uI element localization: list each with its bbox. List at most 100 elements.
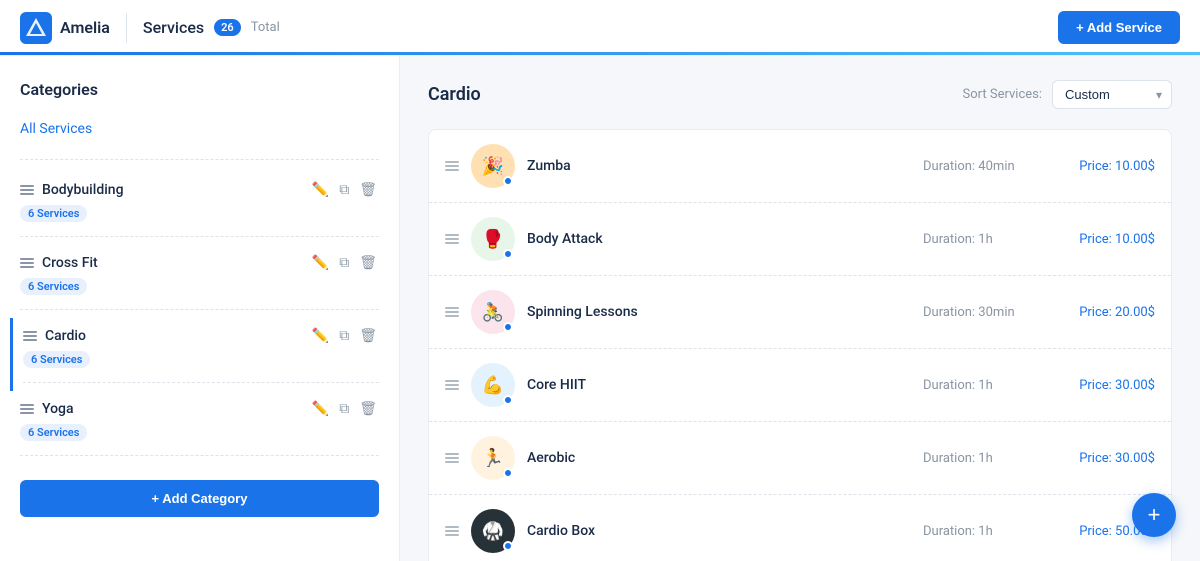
- service-duration: Duration: 1h: [923, 378, 1043, 393]
- copy-icon[interactable]: ⧉: [337, 180, 351, 200]
- service-price: Price: 30.00$: [1055, 451, 1155, 466]
- copy-icon[interactable]: ⧉: [337, 399, 351, 419]
- category-header: Cardio ✏️ ⧉ 🗑: [23, 326, 379, 346]
- sidebar-title: Categories: [20, 80, 379, 99]
- service-count-badge: 6 Services: [20, 424, 87, 441]
- service-avatar: 🥋: [471, 509, 515, 553]
- service-avatar: 💪: [471, 363, 515, 407]
- category-header: Cross Fit ✏️ ⧉ 🗑: [20, 253, 379, 273]
- category-name: Yoga: [42, 401, 74, 417]
- fab-button[interactable]: +: [1132, 493, 1176, 537]
- category-actions: ✏️ ⧉ 🗑: [310, 399, 379, 419]
- service-drag-handle[interactable]: [445, 161, 459, 171]
- category-name-area: Cardio: [23, 328, 86, 344]
- add-service-button[interactable]: + Add Service: [1058, 11, 1180, 44]
- service-name: Core HIIT: [527, 377, 911, 393]
- category-bottom-divider: [20, 309, 379, 310]
- online-dot: [503, 395, 513, 405]
- nav-divider: [126, 13, 127, 43]
- delete-icon[interactable]: 🗑: [357, 180, 379, 200]
- sort-area: Sort Services: CustomBy NameBy PriceBy D…: [963, 80, 1172, 109]
- sidebar-category-item[interactable]: Cross Fit ✏️ ⧉ 🗑 6 Services: [20, 245, 379, 318]
- drag-handle-icon[interactable]: [23, 331, 37, 341]
- service-avatar: 🎉: [471, 144, 515, 188]
- service-drag-handle[interactable]: [445, 380, 459, 390]
- category-actions: ✏️ ⧉ 🗑: [310, 253, 379, 273]
- logo-area: Amelia: [20, 12, 110, 44]
- service-count-badge: 6 Services: [20, 205, 87, 222]
- service-drag-handle[interactable]: [445, 526, 459, 536]
- sidebar-category-item[interactable]: Cardio ✏️ ⧉ 🗑 6 Services: [10, 318, 379, 391]
- category-header: Yoga ✏️ ⧉ 🗑: [20, 399, 379, 419]
- service-avatar: 🚴: [471, 290, 515, 334]
- all-services-item[interactable]: All Services: [20, 117, 379, 141]
- service-row[interactable]: 🥋 Cardio Box Duration: 1h Price: 50.00$: [429, 495, 1171, 561]
- delete-icon[interactable]: 🗑: [357, 253, 379, 273]
- total-label: Total: [251, 20, 280, 35]
- drag-handle-icon[interactable]: [20, 404, 34, 414]
- category-name: Cross Fit: [42, 255, 98, 271]
- service-row[interactable]: 🥊 Body Attack Duration: 1h Price: 10.00$: [429, 203, 1171, 276]
- edit-icon[interactable]: ✏️: [310, 253, 331, 273]
- category-bottom-divider: [20, 236, 379, 237]
- sidebar-category-item[interactable]: Bodybuilding ✏️ ⧉ 🗑 6 Services: [20, 172, 379, 245]
- top-nav: Amelia Services 26 Total + Add Service: [0, 0, 1200, 56]
- category-actions: ✏️ ⧉ 🗑: [310, 180, 379, 200]
- sort-select[interactable]: CustomBy NameBy PriceBy Duration: [1052, 80, 1172, 109]
- service-price: Price: 20.00$: [1055, 305, 1155, 320]
- category-actions: ✏️ ⧉ 🗑: [310, 326, 379, 346]
- service-price: Price: 30.00$: [1055, 378, 1155, 393]
- nav-title-area: Services 26 Total: [143, 18, 280, 37]
- service-avatar: 🥊: [471, 217, 515, 261]
- service-row[interactable]: 🚴 Spinning Lessons Duration: 30min Price…: [429, 276, 1171, 349]
- category-bottom-divider: [23, 382, 379, 383]
- online-dot: [503, 541, 513, 551]
- service-row[interactable]: 💪 Core HIIT Duration: 1h Price: 30.00$: [429, 349, 1171, 422]
- service-drag-handle[interactable]: [445, 453, 459, 463]
- sidebar: Categories All Services Bodybuilding ✏️ …: [0, 56, 400, 561]
- top-accent-line: [0, 52, 1200, 55]
- copy-icon[interactable]: ⧉: [337, 326, 351, 346]
- service-row[interactable]: 🎉 Zumba Duration: 40min Price: 10.00$: [429, 130, 1171, 203]
- service-duration: Duration: 1h: [923, 524, 1043, 539]
- online-dot: [503, 322, 513, 332]
- service-duration: Duration: 40min: [923, 159, 1043, 174]
- content-header: Cardio Sort Services: CustomBy NameBy Pr…: [428, 80, 1172, 109]
- service-row[interactable]: 🏃 Aerobic Duration: 1h Price: 30.00$: [429, 422, 1171, 495]
- service-duration: Duration: 1h: [923, 451, 1043, 466]
- category-header: Bodybuilding ✏️ ⧉ 🗑: [20, 180, 379, 200]
- sidebar-top-divider: [20, 159, 379, 160]
- edit-icon[interactable]: ✏️: [310, 399, 331, 419]
- service-name: Body Attack: [527, 231, 911, 247]
- content-title: Cardio: [428, 84, 481, 105]
- add-category-button[interactable]: + Add Category: [20, 480, 379, 517]
- service-price: Price: 10.00$: [1055, 232, 1155, 247]
- sort-select-wrapper: CustomBy NameBy PriceBy Duration: [1052, 80, 1172, 109]
- sort-label: Sort Services:: [963, 87, 1042, 102]
- service-list: 🎉 Zumba Duration: 40min Price: 10.00$ 🥊 …: [428, 129, 1172, 561]
- category-name-area: Yoga: [20, 401, 74, 417]
- category-name: Cardio: [45, 328, 86, 344]
- main-layout: Categories All Services Bodybuilding ✏️ …: [0, 56, 1200, 561]
- services-count-badge: 26: [214, 19, 241, 36]
- service-duration: Duration: 30min: [923, 305, 1043, 320]
- online-dot: [503, 468, 513, 478]
- copy-icon[interactable]: ⧉: [337, 253, 351, 273]
- category-name-area: Bodybuilding: [20, 182, 124, 198]
- category-name: Bodybuilding: [42, 182, 124, 198]
- edit-icon[interactable]: ✏️: [310, 326, 331, 346]
- logo-icon: [20, 12, 52, 44]
- nav-title: Services: [143, 18, 204, 37]
- service-drag-handle[interactable]: [445, 234, 459, 244]
- service-drag-handle[interactable]: [445, 307, 459, 317]
- drag-handle-icon[interactable]: [20, 185, 34, 195]
- logo-text: Amelia: [60, 18, 110, 37]
- category-name-area: Cross Fit: [20, 255, 98, 271]
- edit-icon[interactable]: ✏️: [310, 180, 331, 200]
- delete-icon[interactable]: 🗑: [357, 399, 379, 419]
- service-price: Price: 10.00$: [1055, 159, 1155, 174]
- drag-handle-icon[interactable]: [20, 258, 34, 268]
- service-name: Aerobic: [527, 450, 911, 466]
- sidebar-category-item[interactable]: Yoga ✏️ ⧉ 🗑 6 Services: [20, 391, 379, 464]
- delete-icon[interactable]: 🗑: [357, 326, 379, 346]
